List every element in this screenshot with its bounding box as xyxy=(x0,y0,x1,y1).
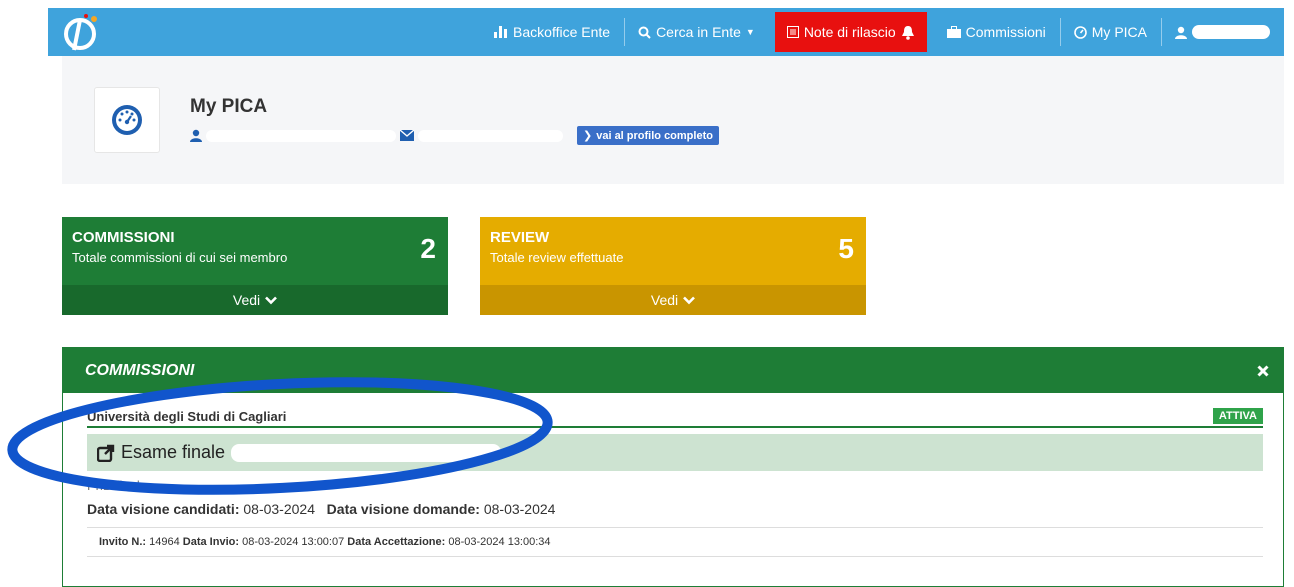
external-link-icon xyxy=(97,444,115,462)
envelope-icon xyxy=(400,130,414,141)
full-profile-label: vai al profilo completo xyxy=(596,129,713,142)
view-label: Vedi xyxy=(232,292,261,308)
nav-backoffice-label: Backoffice Ente xyxy=(513,24,611,40)
nav-release-notes-label: Note di rilascio xyxy=(803,24,896,40)
full-profile-button[interactable]: ❯ vai al profilo completo xyxy=(577,126,719,145)
list-icon xyxy=(786,26,799,38)
bar-chart-icon xyxy=(494,26,508,38)
review-view-button[interactable]: Vedi xyxy=(480,285,866,315)
user-icon xyxy=(190,129,202,142)
nav-commissions-label: Commissioni xyxy=(965,24,1046,40)
status-badge: ATTIVA xyxy=(1212,408,1263,424)
dashboard-icon xyxy=(1073,25,1087,39)
invite-number-label: Invito N.: xyxy=(99,536,147,548)
search-icon xyxy=(638,26,651,39)
card-subtitle: Totale commissioni di cui sei membro xyxy=(72,250,288,265)
nav-my-pica[interactable]: My PICA xyxy=(1059,8,1161,56)
page-title: My PICA xyxy=(190,96,268,117)
view-label: Vedi xyxy=(650,292,679,308)
exam-name-redacted xyxy=(231,443,502,462)
profile-meta: ❯ vai al profilo completo xyxy=(190,126,719,145)
invite-accepted-value: 08-03-2024 13:00:34 xyxy=(448,536,551,548)
exam-title: Esame finale xyxy=(121,442,226,462)
profile-avatar xyxy=(94,87,160,153)
panel-header: COMMISSIONI xyxy=(63,348,1283,393)
exam-link[interactable]: Esame finale xyxy=(87,434,1263,471)
profile-header: My PICA ❯ vai al profilo completo xyxy=(62,56,1284,184)
user-email-redacted xyxy=(418,129,563,142)
nav-backoffice[interactable]: Backoffice Ente xyxy=(480,8,624,56)
nav-user-menu[interactable] xyxy=(1161,8,1284,56)
applications-date-value: 08-03-2024 xyxy=(483,501,556,517)
chevron-down-icon xyxy=(683,296,696,304)
pica-logo-icon[interactable] xyxy=(62,12,102,52)
card-title: REVIEW xyxy=(490,229,550,246)
bell-icon xyxy=(901,25,914,40)
user-fullname-redacted xyxy=(206,129,396,142)
nav-release-notes[interactable]: Note di rilascio xyxy=(774,12,927,52)
caret-down-icon: ▼ xyxy=(745,27,755,37)
commissions-panel: COMMISSIONI Università degli Studi di Ca… xyxy=(62,347,1284,587)
card-title: COMMISSIONI xyxy=(72,229,175,246)
candidates-date-value: 08-03-2024 xyxy=(243,501,315,517)
card-subtitle: Totale review effettuate xyxy=(490,250,624,265)
nav-commissions[interactable]: Commissioni xyxy=(933,8,1060,56)
close-icon[interactable] xyxy=(1257,364,1269,377)
invite-sent-value: 08-03-2024 13:00:07 xyxy=(242,536,345,548)
phd-label: PhD final xyxy=(87,477,140,493)
panel-title: COMMISSIONI xyxy=(85,361,195,379)
applications-date-label: Data visione domande: xyxy=(326,501,480,517)
university-row: Università degli Studi di Cagliari ATTIV… xyxy=(87,408,1263,428)
invite-row: Invito N.: 14964 Data Invio: 08-03-2024 … xyxy=(87,527,1263,557)
invite-number-value: 14964 xyxy=(149,536,180,548)
review-card: REVIEW Totale review effettuate 5 Vedi xyxy=(480,217,866,315)
chevron-right-icon: ❯ xyxy=(583,130,593,142)
chevron-down-icon xyxy=(265,296,278,304)
invite-accepted-label: Data Accettazione: xyxy=(347,536,446,548)
user-name-redacted xyxy=(1192,25,1270,39)
nav-search-dropdown[interactable]: Cerca in Ente ▼ xyxy=(624,8,769,56)
card-count: 2 xyxy=(420,233,436,264)
phd-line: PhD final xyxy=(87,477,1263,493)
briefcase-icon xyxy=(946,26,961,38)
dates-row: Data visione candidati: 08-03-2024 Data … xyxy=(87,501,1263,517)
dashboard-icon xyxy=(112,105,142,135)
candidates-date-label: Data visione candidati: xyxy=(87,501,240,517)
nav-my-pica-label: My PICA xyxy=(1091,24,1147,40)
top-navbar: Backoffice Ente Cerca in Ente ▼ Note di … xyxy=(48,8,1284,56)
card-count: 5 xyxy=(838,233,854,264)
university-name: Università degli Studi di Cagliari xyxy=(87,409,287,424)
commissions-view-button[interactable]: Vedi xyxy=(62,285,448,315)
invite-sent-label: Data Invio: xyxy=(182,536,240,548)
commissions-card: COMMISSIONI Totale commissioni di cui se… xyxy=(62,217,448,315)
nav-search-label: Cerca in Ente xyxy=(656,24,741,40)
user-icon xyxy=(1175,26,1187,39)
